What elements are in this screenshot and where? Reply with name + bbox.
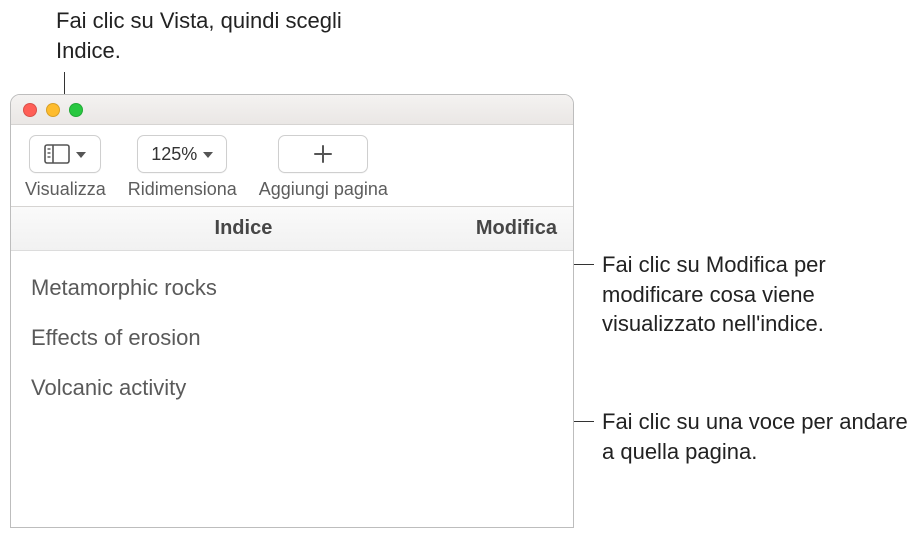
toc-list: Metamorphic rocks Effects of erosion Vol… xyxy=(11,251,573,425)
toc-title: Indice xyxy=(11,217,476,240)
zoom-value: 125% xyxy=(151,144,197,165)
zoom-button[interactable]: 125% xyxy=(137,135,227,173)
chevron-down-icon xyxy=(203,152,213,158)
window-controls xyxy=(23,103,83,117)
zoom-tool: 125% Ridimensiona xyxy=(128,135,237,200)
toc-panel-header: Indice Modifica xyxy=(11,207,573,251)
add-page-label: Aggiungi pagina xyxy=(259,179,388,200)
view-button[interactable] xyxy=(29,135,101,173)
zoom-window-button[interactable] xyxy=(69,103,83,117)
add-page-button[interactable] xyxy=(278,135,368,173)
toc-item[interactable]: Metamorphic rocks xyxy=(11,263,573,313)
callout-top: Fai clic su Vista, quindi scegli Indice. xyxy=(56,6,356,65)
toc-edit-button[interactable]: Modifica xyxy=(476,217,557,240)
minimize-window-button[interactable] xyxy=(46,103,60,117)
add-page-tool: Aggiungi pagina xyxy=(259,135,388,200)
view-label: Visualizza xyxy=(25,179,106,200)
titlebar xyxy=(11,95,573,125)
close-window-button[interactable] xyxy=(23,103,37,117)
callout-entry: Fai clic su una voce per andare a quella… xyxy=(602,407,922,466)
sidebar-icon xyxy=(44,144,70,164)
toc-item[interactable]: Volcanic activity xyxy=(11,363,573,413)
callout-edit: Fai clic su Modifica per modificare cosa… xyxy=(602,250,922,339)
plus-icon xyxy=(312,143,334,165)
chevron-down-icon xyxy=(76,152,86,158)
app-window: Visualizza 125% Ridimensiona Aggiungi pa… xyxy=(10,94,574,528)
toolbar: Visualizza 125% Ridimensiona Aggiungi pa… xyxy=(11,125,573,207)
view-tool: Visualizza xyxy=(25,135,106,200)
toc-item[interactable]: Effects of erosion xyxy=(11,313,573,363)
zoom-label: Ridimensiona xyxy=(128,179,237,200)
